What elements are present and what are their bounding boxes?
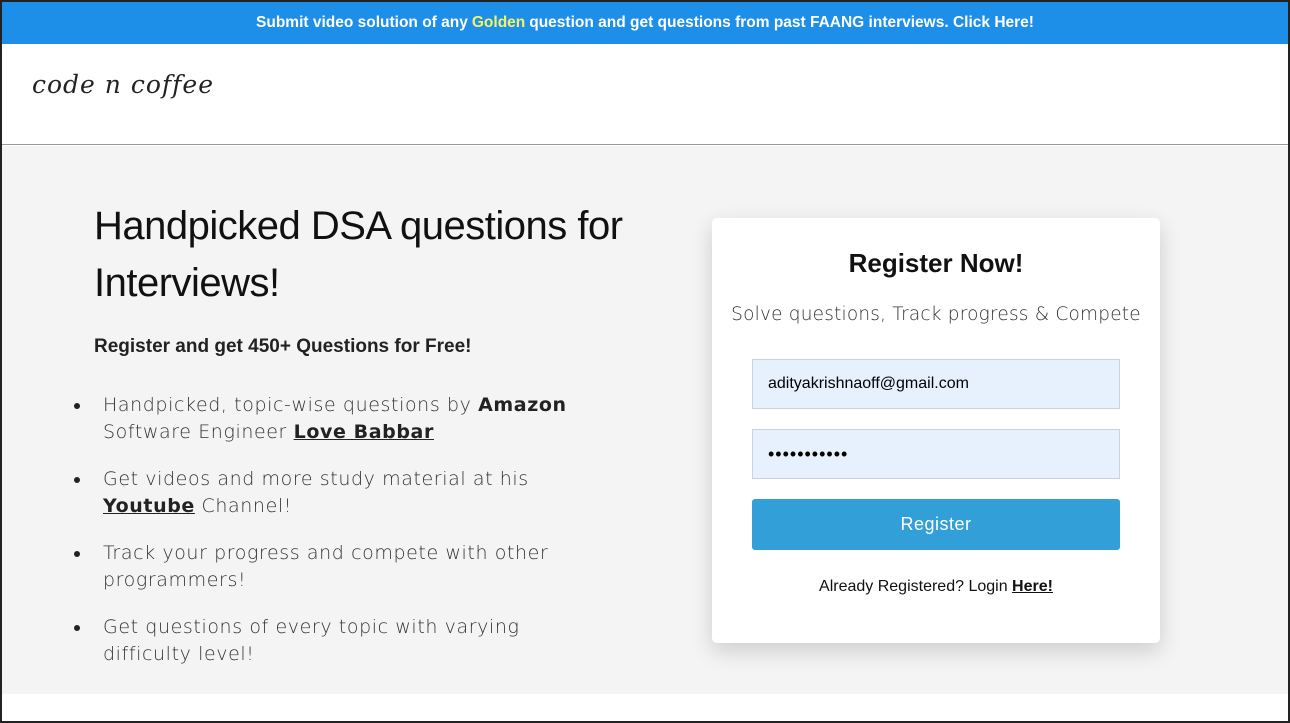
announcement-banner[interactable]: Submit video solution of any Golden ques… — [2, 2, 1288, 44]
feature-item: Get questions of every topic with varyin… — [74, 614, 574, 668]
banner-golden-highlight: Golden — [471, 14, 526, 31]
main-section: Handpicked DSA questions for Interviews!… — [2, 146, 1288, 694]
password-field[interactable] — [752, 429, 1120, 479]
feature-item: Get videos and more study material at hi… — [74, 466, 574, 520]
love-babbar-link[interactable]: Love Babbar — [294, 421, 434, 443]
feature-item: Handpicked, topic-wise questions by Amaz… — [74, 392, 574, 446]
bullet-icon — [74, 477, 80, 483]
bullet-icon — [74, 551, 80, 557]
register-card: Register Now! Solve questions, Track pro… — [712, 218, 1160, 643]
email-field[interactable] — [752, 359, 1120, 409]
youtube-link[interactable]: Youtube — [103, 495, 195, 517]
site-logo[interactable]: code n coffee — [32, 70, 214, 99]
feature-item: Track your progress and compete with oth… — [74, 540, 574, 594]
login-link[interactable]: Here! — [1012, 578, 1053, 595]
site-header: code n coffee — [2, 44, 1288, 145]
company-name: Amazon — [478, 394, 567, 416]
hero-subhead: Register and get 450+ Questions for Free… — [94, 336, 472, 357]
feature-list: Handpicked, topic-wise questions by Amaz… — [74, 392, 574, 688]
register-subtitle: Solve questions, Track progress & Compet… — [731, 304, 1141, 325]
bullet-icon — [74, 403, 80, 409]
banner-text-end[interactable]: question and get questions from past FAA… — [529, 14, 1034, 32]
register-title: Register Now! — [848, 248, 1024, 278]
bullet-icon — [74, 625, 80, 631]
banner-text-start: Submit video solution of any — [256, 14, 468, 31]
login-prompt: Already Registered? Login Here! — [819, 578, 1053, 595]
register-button[interactable]: Register — [752, 499, 1120, 550]
hero-headline: Handpicked DSA questions for Interviews! — [94, 204, 623, 305]
